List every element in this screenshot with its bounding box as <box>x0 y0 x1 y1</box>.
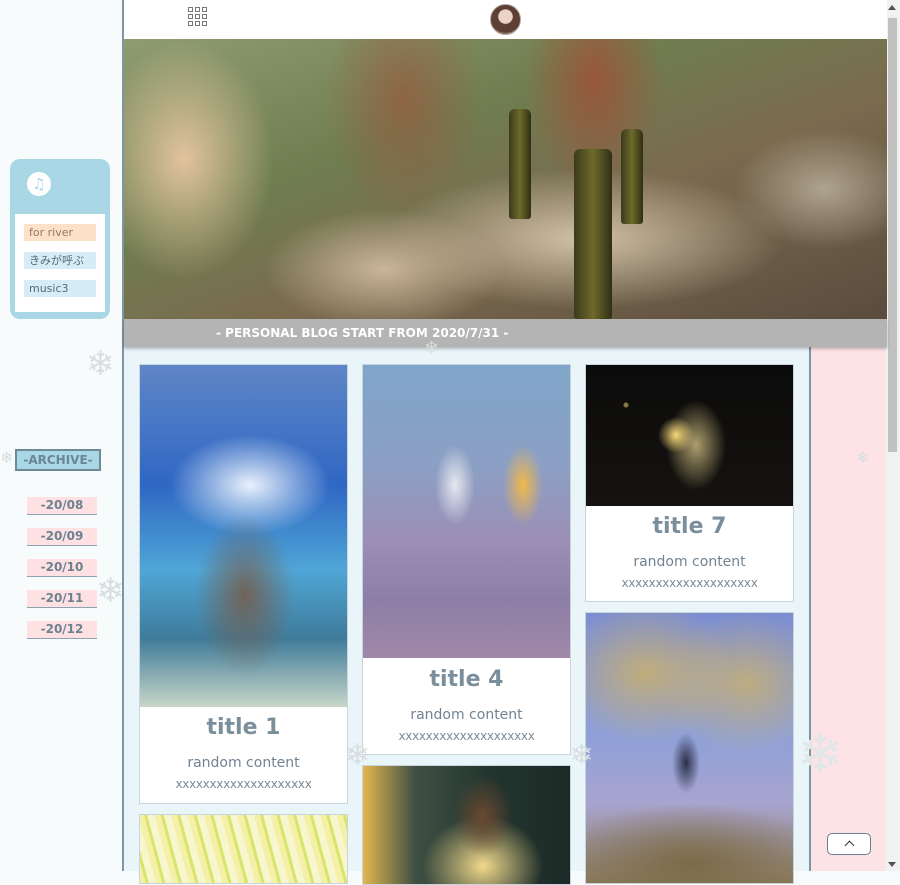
post-content: random content <box>187 755 300 771</box>
post-image <box>140 815 347 883</box>
scroll-up-arrow[interactable] <box>888 5 896 10</box>
post-content: random content <box>410 707 523 723</box>
music-playlist: for river きみが呼ぶ music3 <box>15 214 105 312</box>
post-excerpt: xxxxxxxxxxxxxxxxxxxx <box>175 777 312 791</box>
music-player: ♫ for river きみが呼ぶ music3 <box>10 159 110 319</box>
snowflake-icon: ❄ <box>424 338 440 359</box>
post-title: title 7 <box>652 514 727 539</box>
snowflake-icon: ❄ <box>0 448 14 467</box>
music-note-icon[interactable]: ♫ <box>27 172 51 196</box>
snowflake-icon: ❄ <box>570 738 594 771</box>
banner-caption-text: - PERSONAL BLOG START FROM 2020/7/31 - <box>216 326 509 340</box>
archive-item[interactable]: -20/11 <box>27 590 97 608</box>
music-track-3[interactable]: music3 <box>24 280 96 297</box>
scroll-down-arrow[interactable] <box>888 862 896 867</box>
post-image <box>586 365 793 506</box>
snowflake-icon: ❄ <box>345 738 371 773</box>
archive-item[interactable]: -20/08 <box>27 497 97 515</box>
archive-label: -ARCHIVE- <box>15 449 101 471</box>
post-excerpt: xxxxxxxxxxxxxxxxxxxx <box>621 576 758 590</box>
snowflake-icon: ❄ <box>856 448 870 467</box>
post-image <box>140 365 347 707</box>
post-image <box>363 365 570 658</box>
archive-item[interactable]: -20/09 <box>27 528 97 546</box>
post-title: title 1 <box>206 715 281 740</box>
post-content: random content <box>633 554 746 570</box>
post-excerpt: xxxxxxxxxxxxxxxxxxxx <box>398 729 535 743</box>
avatar[interactable] <box>490 4 521 35</box>
scroll-thumb[interactable] <box>888 18 897 452</box>
left-sidebar: ♫ for river きみが呼ぶ music3 -ARCHIVE- -20/0… <box>0 0 122 871</box>
main-content: - PERSONAL BLOG START FROM 2020/7/31 - t… <box>122 0 887 885</box>
banner-image <box>124 39 887 319</box>
post-card-7[interactable]: title 7 random content xxxxxxxxxxxxxxxxx… <box>585 364 794 602</box>
snowflake-icon: ❄ <box>96 571 125 611</box>
grid-menu-icon[interactable] <box>188 7 210 29</box>
post-image <box>586 613 793 883</box>
scrollbar[interactable] <box>885 0 900 871</box>
archive-item[interactable]: -20/10 <box>27 559 97 577</box>
snowflake-icon: ❄ <box>86 344 115 384</box>
snowflake-icon: ❄ <box>797 722 844 787</box>
post-card-8[interactable] <box>585 612 794 884</box>
banner-caption: - PERSONAL BLOG START FROM 2020/7/31 - <box>124 319 887 347</box>
music-track-2[interactable]: きみが呼ぶ <box>24 252 96 269</box>
post-card-1[interactable]: title 1 random content xxxxxxxxxxxxxxxxx… <box>139 364 348 804</box>
archive-item[interactable]: -20/12 <box>27 621 97 639</box>
post-image <box>363 766 570 884</box>
post-title: title 4 <box>429 667 504 692</box>
post-card-5[interactable] <box>362 765 571 885</box>
top-navbar <box>124 0 887 39</box>
music-track-1[interactable]: for river <box>24 224 96 241</box>
back-to-top-button[interactable] <box>827 833 871 855</box>
post-card-4[interactable]: title 4 random content xxxxxxxxxxxxxxxxx… <box>362 364 571 755</box>
chevron-up-icon <box>844 840 855 851</box>
post-card-2[interactable] <box>139 814 348 884</box>
